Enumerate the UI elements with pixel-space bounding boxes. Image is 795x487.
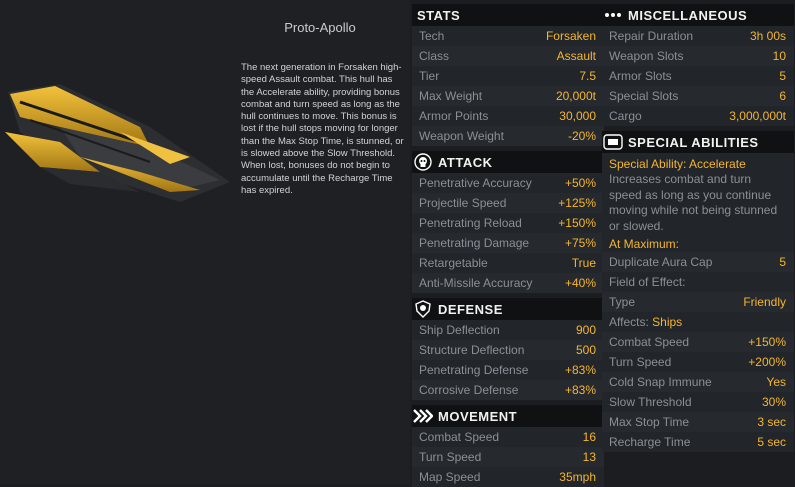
movement-title: Movement [438,408,518,424]
affects-row: Affects: Ships [602,312,794,332]
stats-title: Stats [417,7,461,23]
special-ability-name: Special Ability: Accelerate [609,157,746,171]
ship-name: Proto-Apollo [284,20,356,35]
attack-title: Attack [438,154,493,170]
stat-row: Max Weight 20,000t [412,86,604,106]
field-of-effect-row: Field of Effect: [602,272,794,292]
defense-header: Defense [412,298,604,320]
stats-header: Stats [412,4,604,26]
special-row: Recharge Time 5 sec [602,432,794,452]
defense-list: Ship Deflection 900 Structure Deflection 5… [412,320,604,400]
special-row: Type Friendly [602,292,794,312]
attack-row: Penetrating Reload +150% [412,213,604,233]
defense-title: Defense [438,301,503,317]
at-maximum-label: At Maximum: [609,237,680,251]
misc-header: Miscellaneous [602,4,794,26]
ship-info-panel: Proto-Apollo The next generation in Fors… [0,0,410,484]
movement-row: Combat Speed 16 [412,427,604,447]
stat-row: Tier 7.5 [412,66,604,86]
special-header: Special Abilities [602,131,794,153]
misc-title: Miscellaneous [628,7,748,23]
attack-list: Penetrative Accuracy +50% Projectile Spee… [412,173,604,293]
misc-row: Special Slots 6 [602,86,794,106]
attack-row: Penetrating Damage +75% [412,233,604,253]
special-row: Combat Speed +150% [602,332,794,352]
stats-list: Tech Forsaken Class Assault Tier 7.5 Max We… [412,26,604,146]
special-row: Turn Speed +200% [602,352,794,372]
chevrons-icon [412,405,434,427]
misc-row: Weapon Slots 10 [602,46,794,66]
special-row: Duplicate Aura Cap 5 [602,252,794,272]
stat-row: Class Assault [412,46,604,66]
defense-row: Penetrating Defense +83% [412,360,604,380]
special-title: Special Abilities [628,134,759,150]
shield-icon [412,298,434,320]
special-row: Cold Snap Immune Yes [602,372,794,392]
stat-row: Weapon Weight -20% [412,126,604,146]
misc-row: Repair Duration 3h 00s [602,26,794,46]
misc-list: Repair Duration 3h 00s Weapon Slots 10 Arm… [602,26,794,126]
special-ability-description: Increases combat and turn speed as long … [609,172,778,233]
movement-row: Map Speed 35mph [412,467,604,487]
defense-row: Ship Deflection 900 [412,320,604,340]
movement-row: Turn Speed 13 [412,447,604,467]
attack-row: Anti-Missile Accuracy +40% [412,273,604,293]
special-ability-panel: Special Ability: Accelerate Increases co… [602,153,794,452]
misc-row: Cargo 3,000,000t [602,106,794,126]
misc-row: Armor Slots 5 [602,66,794,86]
attack-row: Penetrative Accuracy +50% [412,173,604,193]
attack-row: Projectile Speed +125% [412,193,604,213]
dots-icon [602,4,624,26]
ship-description: The next generation in Forsaken high-spe… [241,62,404,196]
defense-row: Corrosive Defense +83% [412,380,604,400]
defense-row: Structure Deflection 500 [412,340,604,360]
misc-column: Miscellaneous Repair Duration 3h 00s Weap… [602,4,794,452]
ability-icon [602,131,624,153]
skull-icon [412,151,434,173]
special-row: Max Stop Time 3 sec [602,412,794,432]
movement-header: Movement [412,405,604,427]
attack-header: Attack [412,151,604,173]
attack-row: Retargetable True [412,253,604,273]
stats-column: Stats Tech Forsaken Class Assault Tier 7.5 … [412,4,604,487]
ship-image [5,84,230,202]
stat-row: Armor Points 30,000 [412,106,604,126]
stat-row: Tech Forsaken [412,26,604,46]
special-row: Slow Threshold 30% [602,392,794,412]
movement-list: Combat Speed 16 Turn Speed 13 Map Speed 35m… [412,427,604,487]
